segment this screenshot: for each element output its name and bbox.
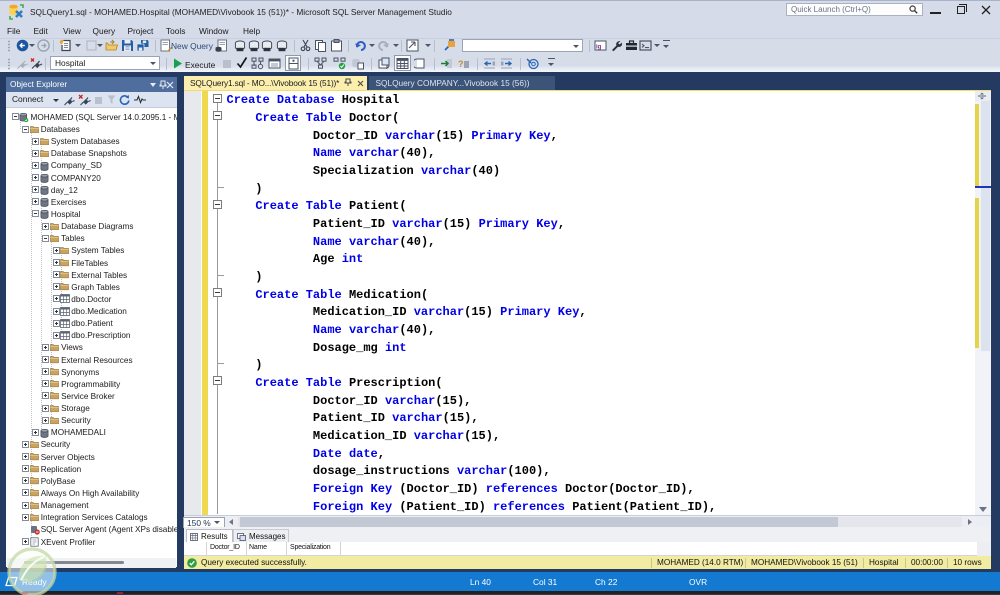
svg-text:ig: ig bbox=[596, 44, 602, 50]
svg-text:?: ? bbox=[458, 59, 464, 69]
